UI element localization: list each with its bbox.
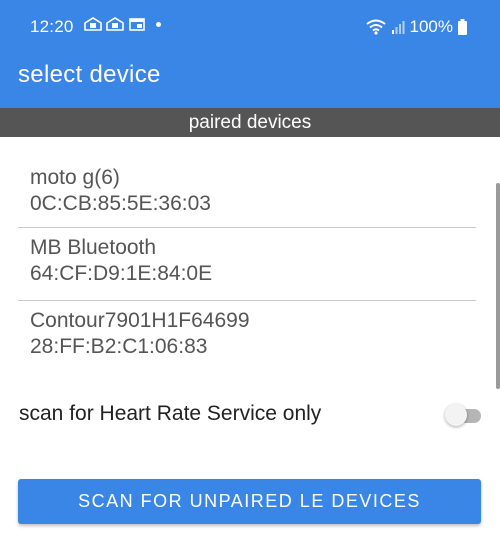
paired-device-list: moto g(6) 0C:CB:85:5E:36:03 MB Bluetooth… xyxy=(18,155,476,374)
notification-dot xyxy=(156,21,161,27)
page-title: select device xyxy=(18,61,161,88)
scrollbar[interactable] xyxy=(496,183,500,389)
signal-icon xyxy=(391,21,405,34)
screen-icon xyxy=(129,18,145,31)
notification-icons xyxy=(84,17,161,31)
device-name: Contour7901H1F64699 xyxy=(30,309,250,332)
notification-icon xyxy=(106,17,124,31)
notification-icon xyxy=(84,17,102,31)
battery-icon xyxy=(458,19,467,35)
device-item[interactable]: moto g(6) 0C:CB:85:5E:36:03 xyxy=(18,155,476,228)
device-address: 64:CF:D9:1E:84:0E xyxy=(30,262,213,285)
scan-unpaired-button[interactable]: SCAN FOR UNPAIRED LE DEVICES xyxy=(18,479,481,524)
app-bar: select device xyxy=(0,40,500,108)
system-icons: 100% xyxy=(365,17,467,37)
heart-rate-filter-row: scan for Heart Rate Service only xyxy=(19,400,481,430)
toggle-thumb xyxy=(445,404,467,426)
device-name: MB Bluetooth xyxy=(30,236,157,259)
paired-devices-header: paired devices xyxy=(0,108,500,137)
heart-rate-filter-toggle[interactable] xyxy=(445,404,481,426)
device-address: 28:FF:B2:C1:06:83 xyxy=(30,335,208,358)
battery-percentage: 100% xyxy=(409,17,453,36)
device-item[interactable]: Contour7901H1F64699 28:FF:B2:C1:06:83 xyxy=(18,301,476,374)
device-name: moto g(6) xyxy=(30,166,120,189)
status-bar: 12:20 100% xyxy=(0,0,500,40)
status-time: 12:20 xyxy=(30,17,74,36)
device-address: 0C:CB:85:5E:36:03 xyxy=(30,192,211,215)
heart-rate-filter-label: scan for Heart Rate Service only xyxy=(19,402,322,425)
device-item[interactable]: MB Bluetooth 64:CF:D9:1E:84:0E xyxy=(18,228,476,301)
wifi-icon xyxy=(365,19,386,35)
